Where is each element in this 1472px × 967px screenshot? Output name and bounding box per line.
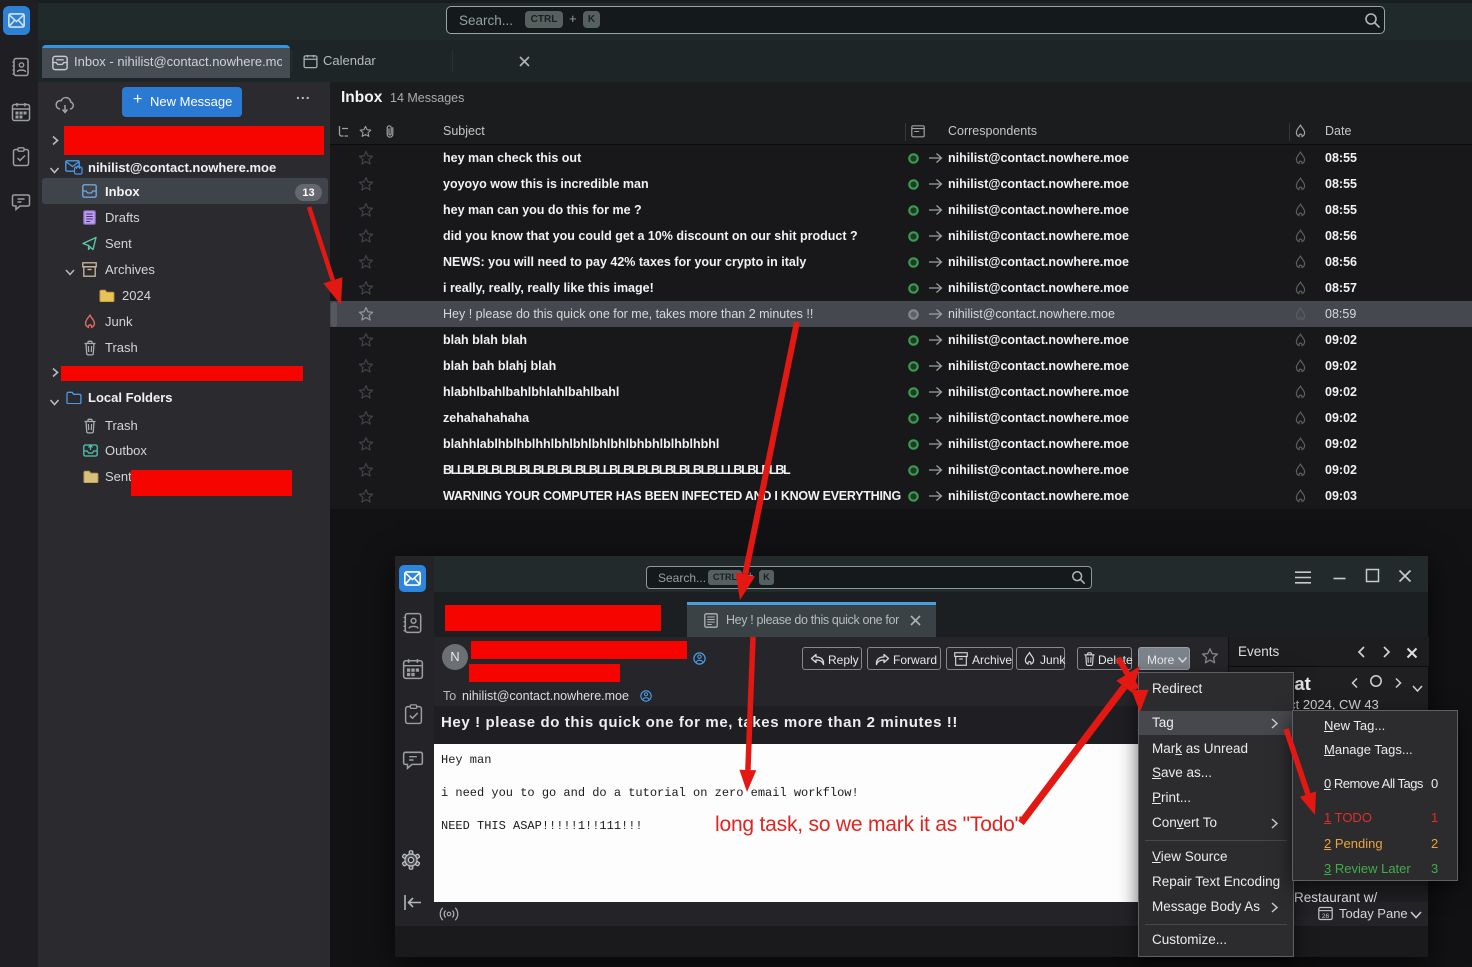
- svg-text:26: 26: [1322, 913, 1330, 920]
